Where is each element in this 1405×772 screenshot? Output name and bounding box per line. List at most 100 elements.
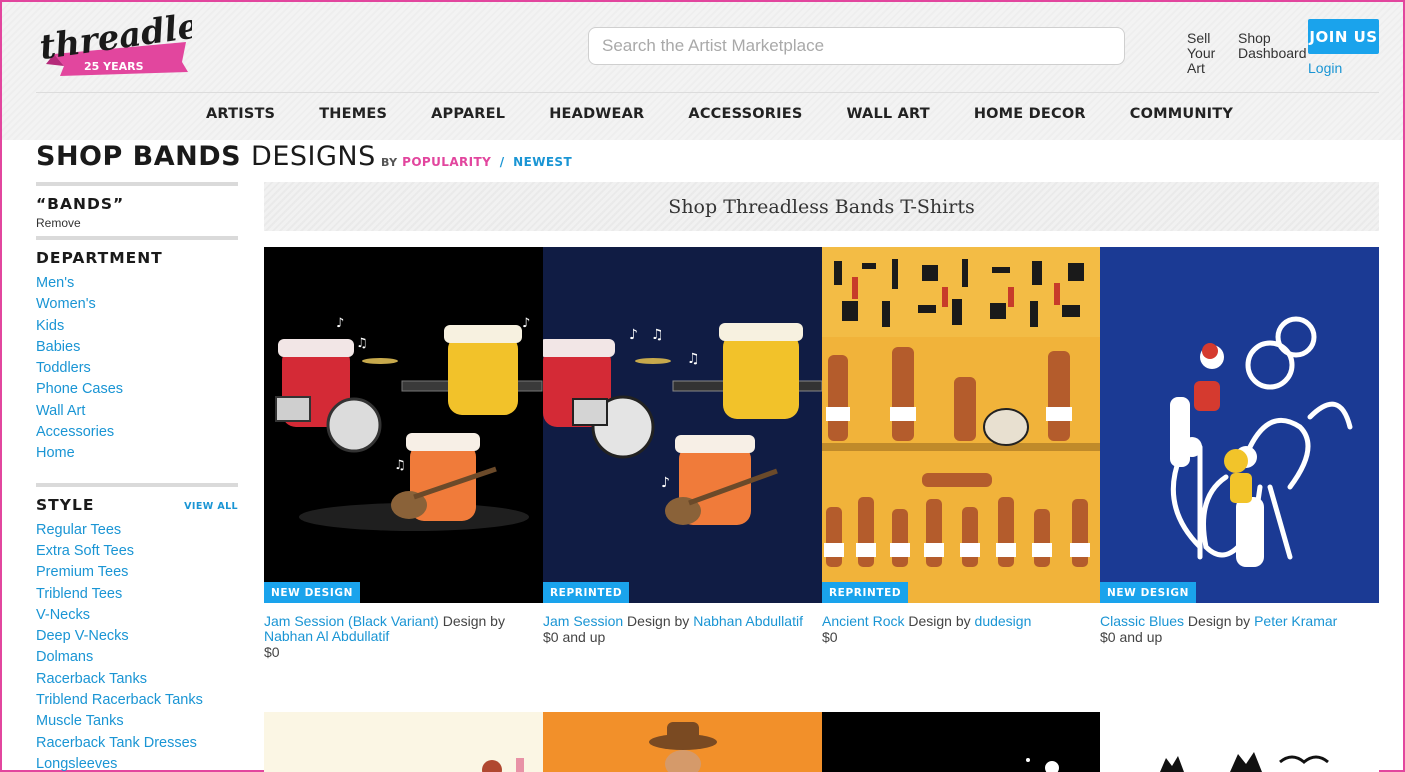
department-womens[interactable]: Women's <box>36 294 238 315</box>
artist-link[interactable]: Nabhan Abdullatif <box>693 613 803 629</box>
main-nav: ARTISTS THEMES APPAREL HEADWEAR ACCESSOR… <box>206 106 1277 122</box>
department-phone-cases[interactable]: Phone Cases <box>36 379 238 400</box>
product-image[interactable]: ♪ ♫ ♪ ♫ NEW DESIGN <box>264 247 543 603</box>
nav-community[interactable]: COMMUNITY <box>1130 106 1233 122</box>
product-meta: Jam Session (Black Variant) Design by Na… <box>264 614 543 644</box>
product-artwork-partial <box>1160 752 1329 772</box>
svg-text:♫: ♫ <box>651 327 664 343</box>
product-card[interactable]: ♪ ♫ ♫ ♪ REPRINTED Jam Session Design by Nab… <box>543 247 822 645</box>
product-meta: Ancient Rock Design by dudesign <box>822 614 1101 629</box>
department-list: Men's Women's Kids Babies Toddlers Phone… <box>36 273 238 465</box>
jam-session-artwork: ♪ ♫ ♫ ♪ <box>543 323 822 525</box>
style-view-all-link[interactable]: VIEW ALL <box>184 501 238 512</box>
ancient-rock-artwork <box>822 247 1101 567</box>
page-title-light: DESIGNS <box>251 141 376 172</box>
style-item[interactable]: Triblend Tees <box>36 584 238 605</box>
product-image[interactable]: ♪ ♫ ♫ ♪ REPRINTED <box>543 247 822 603</box>
style-item[interactable]: Triblend Racerback Tanks <box>36 690 238 711</box>
department-wall-art[interactable]: Wall Art <box>36 401 238 422</box>
nav-accessories[interactable]: ACCESSORIES <box>688 106 802 122</box>
department-home[interactable]: Home <box>36 443 238 464</box>
svg-text:♪: ♪ <box>336 316 344 331</box>
department-babies[interactable]: Babies <box>36 337 238 358</box>
department-mens[interactable]: Men's <box>36 273 238 294</box>
jam-session-artwork: ♪ ♫ ♪ ♫ <box>275 316 543 531</box>
shop-dashboard-link[interactable]: Shop Dashboard <box>1238 31 1308 61</box>
nav-apparel[interactable]: APPAREL <box>431 106 505 122</box>
style-item[interactable]: Extra Soft Tees <box>36 541 238 562</box>
sidebar-divider <box>36 236 238 240</box>
department-accessories[interactable]: Accessories <box>36 422 238 443</box>
remove-filter-link[interactable]: Remove <box>36 216 238 230</box>
sidebar-divider <box>36 182 238 186</box>
product-title-link[interactable]: Jam Session (Black Variant) <box>264 613 439 629</box>
svg-text:♪: ♪ <box>629 327 638 343</box>
nav-divider <box>36 92 1379 93</box>
sort-popularity[interactable]: POPULARITY <box>402 155 491 169</box>
department-kids[interactable]: Kids <box>36 316 238 337</box>
artist-link[interactable]: Peter Kramar <box>1254 613 1337 629</box>
reprinted-badge: REPRINTED <box>543 582 630 603</box>
product-artwork-partial <box>1026 758 1059 772</box>
design-by-label: Design by <box>442 613 505 629</box>
svg-text:25 YEARS: 25 YEARS <box>84 60 144 73</box>
new-design-badge: NEW DESIGN <box>1100 582 1196 603</box>
style-item[interactable]: Deep V-Necks <box>36 626 238 647</box>
product-price: $0 <box>264 644 280 660</box>
product-card[interactable]: REPRINTED Ancient Rock Design by dudesig… <box>822 247 1101 645</box>
product-image-partial[interactable] <box>543 712 822 772</box>
artist-link[interactable]: Nabhan Al Abdullatif <box>264 628 389 644</box>
page-title: SHOP BANDS DESIGNS <box>36 141 376 172</box>
style-heading: STYLE VIEW ALL <box>36 496 238 514</box>
product-card[interactable]: NEW DESIGN Classic Blues Design by Peter… <box>1100 247 1379 645</box>
style-item[interactable]: Racerback Tanks <box>36 669 238 690</box>
style-list: Regular Tees Extra Soft Tees Premium Tee… <box>36 520 238 772</box>
style-item[interactable]: Regular Tees <box>36 520 238 541</box>
style-item[interactable]: Longsleeves <box>36 754 238 772</box>
page-title-bold: SHOP BANDS <box>36 141 242 172</box>
sort-separator: / <box>499 155 505 169</box>
sell-your-art-link[interactable]: Sell Your Art <box>1187 31 1233 76</box>
sidebar-divider <box>36 482 238 487</box>
product-meta: Jam Session Design by Nabhan Abdullatif <box>543 614 822 629</box>
reprinted-badge: REPRINTED <box>822 582 909 603</box>
product-price: $0 and up <box>543 629 606 645</box>
threadless-logo[interactable]: 25 YEARS threadless <box>36 14 192 80</box>
sort-options: BY POPULARITY / NEWEST <box>381 155 572 169</box>
nav-headwear[interactable]: HEADWEAR <box>549 106 644 122</box>
style-item[interactable]: Premium Tees <box>36 562 238 583</box>
department-toddlers[interactable]: Toddlers <box>36 358 238 379</box>
product-card[interactable]: ♪ ♫ ♪ ♫ NEW DESIGN Jam Session (Black Varia… <box>264 247 543 660</box>
product-meta: Classic Blues Design by Peter Kramar <box>1100 614 1379 629</box>
product-image[interactable]: NEW DESIGN <box>1100 247 1379 603</box>
new-design-badge: NEW DESIGN <box>264 582 360 603</box>
product-title-link[interactable]: Classic Blues <box>1100 613 1184 629</box>
style-heading-label: STYLE <box>36 495 95 514</box>
nav-artists[interactable]: ARTISTS <box>206 106 275 122</box>
artist-link[interactable]: dudesign <box>975 613 1032 629</box>
product-image-partial[interactable] <box>822 712 1101 772</box>
style-item[interactable]: Racerback Tank Dresses <box>36 733 238 754</box>
style-item[interactable]: Dolmans <box>36 647 238 668</box>
svg-text:♫: ♫ <box>394 458 406 473</box>
department-heading: DEPARTMENT <box>36 249 163 267</box>
style-item[interactable]: Muscle Tanks <box>36 711 238 732</box>
nav-home-decor[interactable]: HOME DECOR <box>974 106 1086 122</box>
svg-text:♪: ♪ <box>522 316 530 331</box>
product-price: $0 and up <box>1100 629 1163 645</box>
product-image-partial[interactable] <box>264 712 543 772</box>
product-title-link[interactable]: Ancient Rock <box>822 613 904 629</box>
nav-wall-art[interactable]: WALL ART <box>846 106 929 122</box>
product-price: $0 <box>822 629 838 645</box>
product-image-partial[interactable] <box>1100 712 1379 772</box>
nav-themes[interactable]: THEMES <box>319 106 387 122</box>
sort-newest[interactable]: NEWEST <box>513 155 572 169</box>
search-input[interactable] <box>588 27 1125 65</box>
product-title-link[interactable]: Jam Session <box>543 613 623 629</box>
design-by-label: Design by <box>627 613 690 629</box>
product-image[interactable]: REPRINTED <box>822 247 1101 603</box>
style-item[interactable]: V-Necks <box>36 605 238 626</box>
login-link[interactable]: Login <box>1308 60 1342 76</box>
site-header: 25 YEARS threadless Sell Your Art Shop D… <box>2 2 1403 140</box>
join-us-button[interactable]: JOIN US <box>1308 19 1379 54</box>
